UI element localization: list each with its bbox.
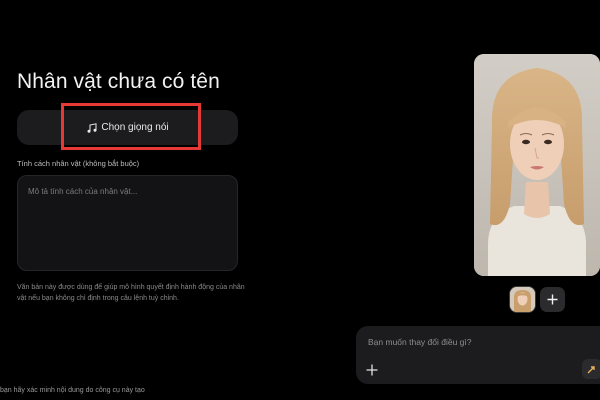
personality-placeholder: Mô tả tính cách của nhân vật... bbox=[28, 187, 138, 196]
portrait-thumbnail[interactable] bbox=[510, 287, 535, 312]
character-portrait bbox=[474, 54, 600, 276]
personality-label: Tính cách nhân vật (không bắt buộc) bbox=[17, 159, 140, 168]
footer-disclaimer: bạn hãy xác minh nội dung do công cụ này… bbox=[0, 387, 145, 394]
add-reference-button[interactable] bbox=[540, 287, 565, 312]
edit-prompt-input[interactable]: Bạn muốn thay đổi điều gì? bbox=[368, 337, 472, 347]
send-icon bbox=[582, 359, 600, 379]
personality-input[interactable]: Mô tả tính cách của nhân vật... bbox=[17, 175, 238, 271]
send-button[interactable] bbox=[582, 359, 600, 379]
plus-icon bbox=[366, 364, 378, 376]
plus-icon bbox=[547, 294, 558, 305]
edit-prompt-panel: Bạn muốn thay đổi điều gì? bbox=[356, 326, 600, 384]
personality-help-text: Văn bản này được dùng để giúp mô hình qu… bbox=[17, 284, 245, 302]
edit-add-button[interactable] bbox=[366, 363, 378, 376]
highlight-annotation-box bbox=[61, 103, 201, 150]
page-title: Nhân vật chưa có tên bbox=[17, 70, 220, 93]
